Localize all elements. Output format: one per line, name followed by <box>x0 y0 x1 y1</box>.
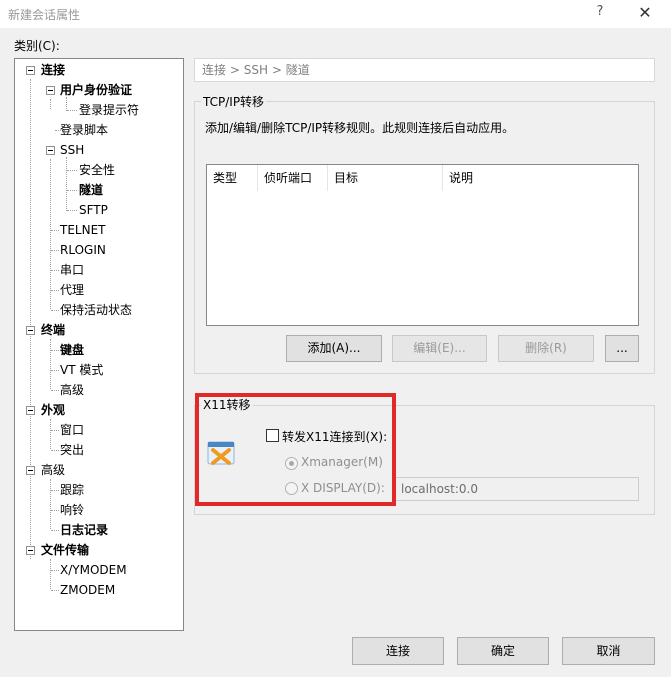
forwarding-rules-list[interactable]: 类型 侦听端口 目标 说明 <box>206 164 639 326</box>
help-icon[interactable]: ? <box>592 4 608 22</box>
tree-item-zmodem[interactable]: ZMODEM <box>60 581 115 599</box>
breadcrumb: 连接 > SSH > 隧道 <box>194 58 655 82</box>
collapse-icon[interactable] <box>26 326 35 335</box>
breadcrumb-connection: 连接 <box>202 63 227 77</box>
tcpip-group-title: TCP/IP转移 <box>201 93 267 110</box>
category-tree[interactable]: 连接 用户身份验证 登录提示符 登录脚本 SSH 安全性 隧道 SFTP TEL… <box>14 58 184 631</box>
tree-item-logging[interactable]: 日志记录 <box>60 521 108 539</box>
tree-item-rlogin[interactable]: RLOGIN <box>60 241 106 259</box>
tree-item-file-transfer[interactable]: 文件传输 <box>41 541 89 559</box>
tree-item-keepalive[interactable]: 保持活动状态 <box>60 301 132 319</box>
window-title: 新建会话属性 <box>8 8 81 22</box>
column-header-type[interactable]: 类型 <box>207 165 258 191</box>
edit-button[interactable]: 编辑(E)... <box>392 335 487 362</box>
add-button[interactable]: 添加(A)... <box>286 335 382 362</box>
tree-item-window[interactable]: 窗口 <box>60 421 84 439</box>
tree-item-appearance[interactable]: 外观 <box>41 401 65 419</box>
breadcrumb-tunnel: 隧道 <box>285 63 310 77</box>
tree-item-telnet[interactable]: TELNET <box>60 221 106 239</box>
tree-item-highlight[interactable]: 突出 <box>60 441 84 459</box>
tree-item-advanced[interactable]: 高级 <box>41 461 65 479</box>
collapse-icon[interactable] <box>26 66 35 75</box>
more-button[interactable]: ... <box>605 335 639 362</box>
tree-item-sftp[interactable]: SFTP <box>79 201 108 219</box>
category-label: 类别(C): <box>14 39 60 53</box>
tree-item-trace[interactable]: 跟踪 <box>60 481 84 499</box>
tree-item-keyboard[interactable]: 键盘 <box>60 341 84 359</box>
tree-item-security[interactable]: 安全性 <box>79 161 115 179</box>
column-header-description[interactable]: 说明 <box>443 165 638 191</box>
tree-item-xymodem[interactable]: X/YMODEM <box>60 561 127 579</box>
collapse-icon[interactable] <box>46 86 55 95</box>
x-display-field[interactable]: localhost:0.0 <box>395 477 639 501</box>
tcpip-description: 添加/编辑/删除TCP/IP转移规则。此规则连接后自动应用。 <box>205 121 515 135</box>
tree-item-terminal-advanced[interactable]: 高级 <box>60 381 84 399</box>
collapse-icon[interactable] <box>46 146 55 155</box>
tree-item-proxy[interactable]: 代理 <box>60 281 84 299</box>
tree-item-connection[interactable]: 连接 <box>41 61 65 79</box>
tree-item-terminal[interactable]: 终端 <box>41 321 65 339</box>
tree-item-login-script[interactable]: 登录脚本 <box>60 121 108 139</box>
column-header-target[interactable]: 目标 <box>328 165 443 191</box>
tree-item-login-prompt[interactable]: 登录提示符 <box>79 101 139 119</box>
close-icon[interactable]: ✕ <box>632 3 658 25</box>
collapse-icon[interactable] <box>26 406 35 415</box>
title-bar: 新建会话属性 ? ✕ <box>0 0 671 28</box>
highlight-annotation-box <box>195 393 396 506</box>
tree-item-serial[interactable]: 串口 <box>60 261 84 279</box>
column-header-listen-port[interactable]: 侦听端口 <box>258 165 328 191</box>
cancel-button[interactable]: 取消 <box>562 637 655 665</box>
connect-button[interactable]: 连接 <box>352 637 444 665</box>
breadcrumb-ssh: SSH <box>243 63 268 77</box>
collapse-icon[interactable] <box>26 546 35 555</box>
collapse-icon[interactable] <box>26 466 35 475</box>
delete-button[interactable]: 删除(R) <box>498 335 594 362</box>
breadcrumb-separator: > <box>229 63 240 77</box>
tree-item-ssh[interactable]: SSH <box>60 141 84 159</box>
tree-item-user-auth[interactable]: 用户身份验证 <box>60 81 132 99</box>
breadcrumb-separator: > <box>271 63 282 77</box>
tree-item-tunnel[interactable]: 隧道 <box>79 181 103 199</box>
tree-item-vt-mode[interactable]: VT 模式 <box>60 361 103 379</box>
ok-button[interactable]: 确定 <box>457 637 549 665</box>
tree-item-bell[interactable]: 响铃 <box>60 501 84 519</box>
